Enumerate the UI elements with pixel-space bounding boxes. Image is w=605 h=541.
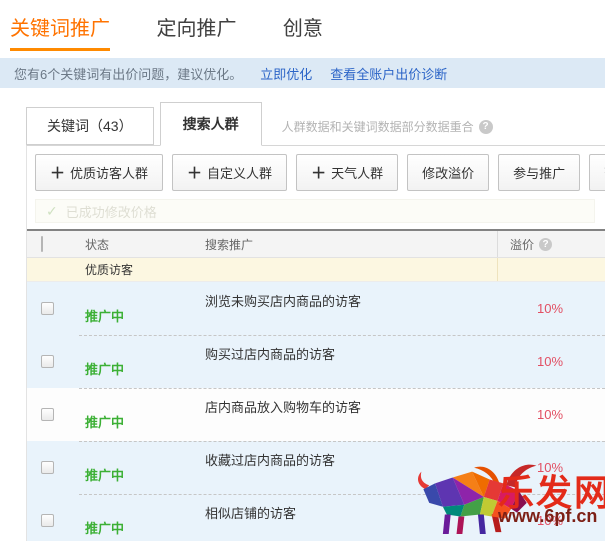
help-icon[interactable]: ? — [479, 120, 493, 134]
add-weather-crowd-button[interactable]: ＋ 天气人群 — [296, 154, 398, 191]
table-row: 推广中 相似店铺的访客 10% — [27, 494, 605, 541]
main-area: 关键词（43） 搜索人群 人群数据和关键词数据部分数据重合 ? ＋ 优质访客人群… — [26, 102, 605, 541]
tab-keywords[interactable]: 关键词（43） — [26, 107, 154, 145]
nav-tab-targeted-promotion[interactable]: 定向推广 — [156, 12, 236, 48]
select-all-checkbox[interactable] — [41, 236, 43, 252]
pause-promotion-button[interactable]: 暂停推广 — [589, 154, 605, 191]
table-row: 推广中 购买过店内商品的访客 10% — [27, 335, 605, 388]
nav-tab-keyword-promotion[interactable]: 关键词推广 — [10, 12, 110, 51]
notice-bar: 您有6个关键词有出价问题，建议优化。 立即优化 查看全账户出价诊断 — [0, 58, 605, 88]
status-badge: 推广中 — [85, 504, 124, 537]
crowd-table: 状态 搜索推广 溢价 ? 优质访客 推广中 浏览未购买店内商品的 — [27, 229, 605, 541]
toolbar: ＋ 优质访客人群 ＋ 自定义人群 ＋ 天气人群 修改溢价 参与推广 — [27, 154, 605, 191]
content-panel: ＋ 优质访客人群 ＋ 自定义人群 ＋ 天气人群 修改溢价 参与推广 — [26, 145, 605, 541]
row-checkbox[interactable] — [41, 514, 54, 527]
plus-icon: ＋ — [311, 162, 326, 183]
tab-note: 人群数据和关键词数据部分数据重合 ? — [282, 118, 493, 135]
add-custom-crowd-button[interactable]: ＋ 自定义人群 — [172, 154, 287, 191]
row-checkbox[interactable] — [41, 302, 54, 315]
column-search-promotion: 搜索推广 — [205, 236, 497, 253]
button-label: 修改溢价 — [422, 163, 474, 182]
row-checkbox[interactable] — [41, 408, 54, 421]
plus-icon: ＋ — [50, 162, 65, 183]
button-label: 自定义人群 — [207, 163, 272, 182]
status-badge: 推广中 — [85, 451, 124, 484]
crowd-name: 收藏过店内商品的访客 — [205, 441, 497, 494]
row-checkbox[interactable] — [41, 461, 54, 474]
table-header: 状态 搜索推广 溢价 ? — [27, 231, 605, 258]
premium-help-icon[interactable]: ? — [539, 238, 552, 251]
button-label: 参与推广 — [513, 163, 565, 182]
column-status: 状态 — [85, 236, 205, 253]
tab-search-crowd[interactable]: 搜索人群 — [160, 102, 262, 146]
group-label: 优质访客 — [85, 261, 205, 278]
modify-premium-button[interactable]: 修改溢价 — [407, 154, 489, 191]
tab-note-text: 人群数据和关键词数据部分数据重合 — [282, 118, 474, 135]
success-toast: ✓ 已成功修改价格 — [35, 199, 595, 223]
column-premium: 溢价 — [510, 236, 534, 253]
status-badge: 推广中 — [85, 398, 124, 431]
nav-tab-creative[interactable]: 创意 — [283, 12, 323, 48]
toast-text: 已成功修改价格 — [66, 202, 157, 221]
crowd-name: 购买过店内商品的访客 — [205, 335, 497, 388]
premium-value: 10% — [497, 494, 605, 541]
notice-text: 您有6个关键词有出价问题，建议优化。 — [14, 64, 242, 83]
crowd-name: 相似店铺的访客 — [205, 494, 497, 541]
premium-value: 10% — [497, 441, 605, 494]
premium-value: 10% — [497, 282, 605, 335]
top-nav: 关键词推广 定向推广 创意 — [0, 0, 605, 48]
account-bid-diagnose-link[interactable]: 查看全账户出价诊断 — [330, 64, 447, 83]
crowd-name: 浏览未购买店内商品的访客 — [205, 282, 497, 335]
table-row: 推广中 浏览未购买店内商品的访客 10% — [27, 282, 605, 335]
group-row-quality-visitor: 优质访客 — [27, 258, 605, 282]
button-label: 优质访客人群 — [70, 163, 148, 182]
add-quality-visitor-crowd-button[interactable]: ＋ 优质访客人群 — [35, 154, 163, 191]
page: 关键词推广 定向推广 创意 您有6个关键词有出价问题，建议优化。 立即优化 查看… — [0, 0, 605, 541]
check-icon: ✓ — [46, 203, 58, 220]
button-label: 天气人群 — [331, 163, 383, 182]
status-badge: 推广中 — [85, 292, 124, 325]
plus-icon: ＋ — [187, 162, 202, 183]
row-checkbox[interactable] — [41, 355, 54, 368]
join-promotion-button[interactable]: 参与推广 — [498, 154, 580, 191]
premium-value: 10% — [497, 388, 605, 441]
tab-bar: 关键词（43） 搜索人群 人群数据和关键词数据部分数据重合 ? — [26, 102, 605, 145]
table-row: 推广中 收藏过店内商品的访客 10% — [27, 441, 605, 494]
table-row: 推广中 店内商品放入购物车的访客 10% — [27, 388, 605, 441]
optimize-now-link[interactable]: 立即优化 — [260, 64, 312, 83]
crowd-name: 店内商品放入购物车的访客 — [205, 388, 497, 441]
status-badge: 推广中 — [85, 345, 124, 378]
premium-value: 10% — [497, 335, 605, 388]
